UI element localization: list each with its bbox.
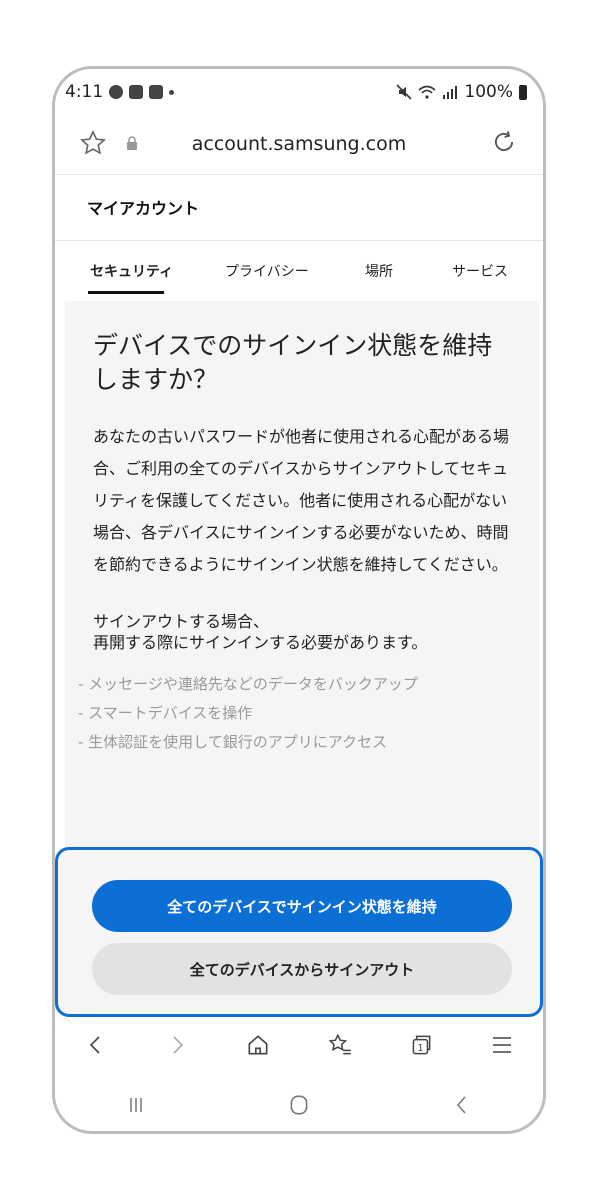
- back-button[interactable]: [76, 1025, 116, 1065]
- home-nav-icon[interactable]: [286, 1092, 312, 1118]
- tabs-icon: 1: [412, 1035, 431, 1055]
- reload-icon[interactable]: [489, 127, 519, 157]
- tab-location[interactable]: 場所: [365, 261, 393, 281]
- tab-services[interactable]: サービス: [452, 261, 508, 281]
- dialog-content: デバイスでのサインイン状態を維持しますか？ あなたの古いパスワードが他者に使用さ…: [65, 301, 539, 851]
- wifi-icon: [418, 85, 436, 99]
- active-tab-indicator: [88, 291, 164, 294]
- status-left: 4:11: [65, 82, 175, 102]
- home-button[interactable]: [238, 1025, 278, 1065]
- status-bar: 4:11 100%: [55, 69, 543, 115]
- feature-list: - メッセージや連絡先などのデータをバックアップ - スマートデバイスを操作 -…: [78, 670, 518, 757]
- tab-bar: セキュリティ プライバシー 場所 サービス: [55, 241, 543, 301]
- keep-signed-in-button[interactable]: 全てのデバイスでサインイン状態を維持: [92, 880, 512, 932]
- mute-icon: [396, 84, 412, 100]
- action-sheet: 全てのデバイスでサインイン状態を維持 全てのデバイスからサインアウト: [55, 847, 543, 1017]
- list-item: - メッセージや連絡先などのデータをバックアップ: [78, 675, 418, 693]
- address-bar: account.samsung.com: [55, 115, 543, 175]
- signout-note-line-2: 再開する際にサインインする必要があります。: [93, 633, 428, 652]
- system-navigation-bar: [55, 1073, 543, 1131]
- dialog-description: あなたの古いパスワードが他者に使用される心配がある場合、ご利用の全てのデバイスか…: [93, 427, 510, 574]
- sign-out-all-button[interactable]: 全てのデバイスからサインアウト: [92, 943, 512, 995]
- status-right: 100%: [396, 82, 527, 102]
- menu-icon: [493, 1037, 512, 1053]
- back-icon: [89, 1036, 100, 1054]
- signout-note: サインアウトする場合、 再開する際にサインインする必要があります。: [93, 611, 513, 653]
- gallery-notification-icon: [129, 85, 144, 99]
- gallery-notification-icon-2: [149, 85, 164, 99]
- menu-button[interactable]: [482, 1025, 522, 1065]
- signal-icon: [443, 86, 458, 99]
- url-text[interactable]: account.samsung.com: [55, 133, 543, 155]
- battery-level: 100%: [464, 82, 513, 102]
- forward-icon: [173, 1036, 184, 1054]
- phone-frame: 4:11 100% account.samsung.com マイアカウント セキ…: [52, 66, 546, 1134]
- battery-icon: [519, 84, 527, 100]
- browser-toolbar: 1: [55, 1017, 543, 1073]
- page-title: マイアカウント: [55, 175, 543, 241]
- bookmarks-icon: [328, 1033, 351, 1055]
- status-time: 4:11: [65, 82, 104, 102]
- back-nav-icon[interactable]: [450, 1093, 474, 1117]
- tabs-button[interactable]: 1: [401, 1025, 441, 1065]
- list-item: - 生体認証を使用して銀行のアプリにアクセス: [78, 733, 387, 751]
- bookmarks-button[interactable]: [320, 1025, 360, 1065]
- recents-icon[interactable]: [124, 1093, 148, 1117]
- dialog-heading: デバイスでのサインイン状態を維持しますか？: [93, 331, 493, 394]
- list-item: - スマートデバイスを操作: [78, 704, 253, 722]
- chat-notification-icon: [109, 85, 124, 99]
- svg-text:1: 1: [417, 1043, 423, 1054]
- tab-security[interactable]: セキュリティ: [90, 261, 173, 281]
- signout-note-line-1: サインアウトする場合、: [93, 612, 270, 631]
- more-notifications-icon: [169, 89, 175, 95]
- home-icon: [248, 1035, 268, 1055]
- forward-button[interactable]: [157, 1025, 197, 1065]
- tab-privacy[interactable]: プライバシー: [225, 261, 309, 281]
